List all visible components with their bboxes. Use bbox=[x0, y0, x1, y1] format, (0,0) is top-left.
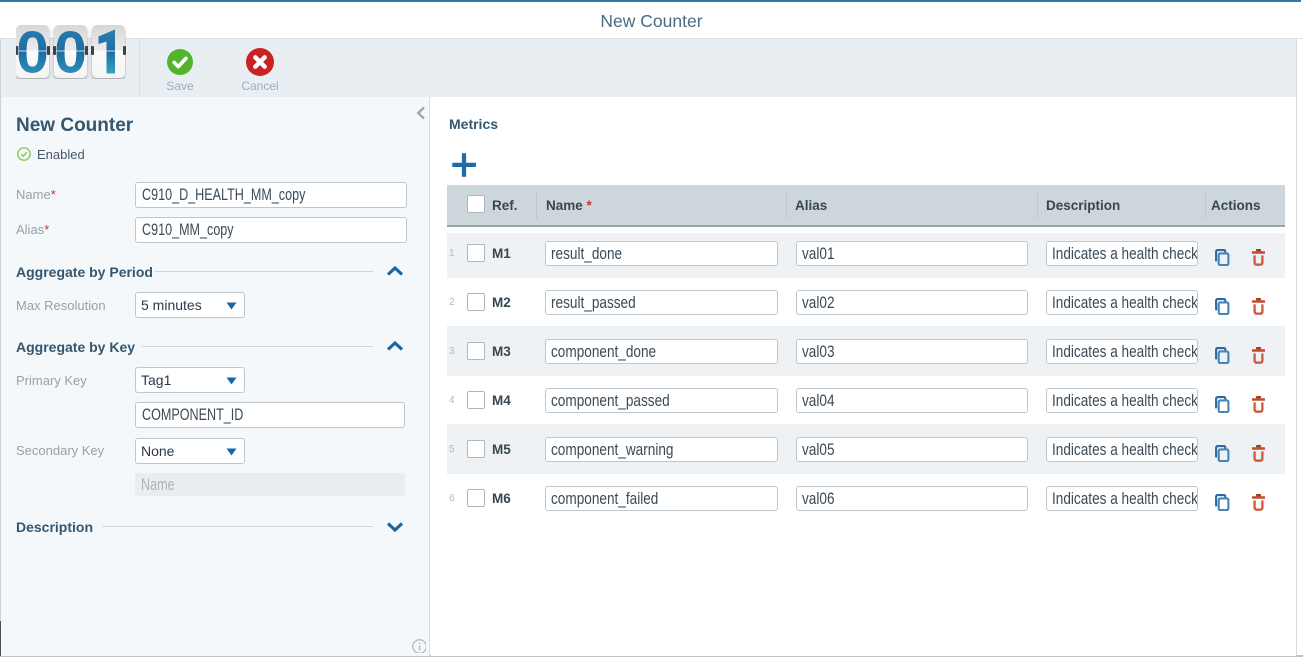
svg-text:0: 0 bbox=[54, 25, 87, 79]
svg-text:0: 0 bbox=[16, 25, 49, 79]
